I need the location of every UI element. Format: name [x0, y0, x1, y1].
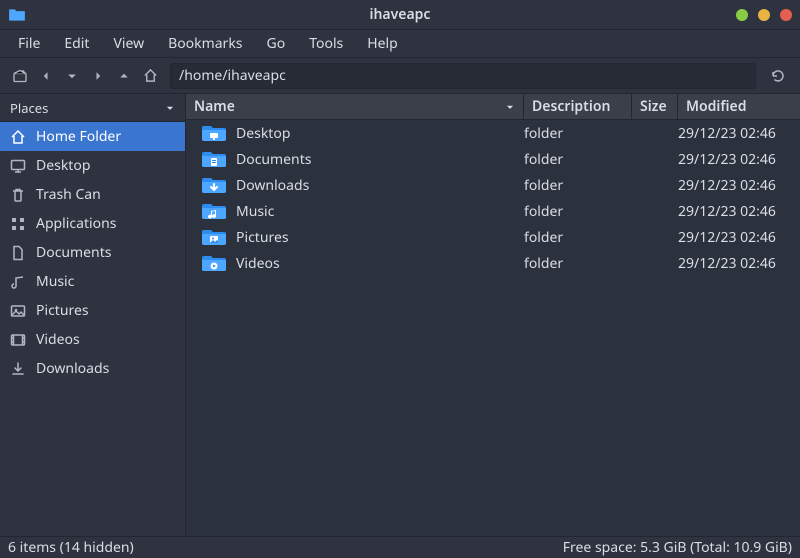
doc-icon [10, 245, 26, 261]
window-title: ihaveapc [0, 5, 800, 24]
sidebar-item-doc[interactable]: Documents [0, 238, 185, 267]
file-description: folder [516, 124, 624, 143]
nav-back-button[interactable] [34, 64, 58, 88]
nav-history-button[interactable] [60, 64, 84, 88]
nav-home-button[interactable] [138, 64, 162, 88]
file-name: Videos [236, 254, 280, 273]
music-icon [10, 274, 26, 290]
file-description: folder [516, 202, 624, 221]
folder-downloads-icon [202, 175, 226, 195]
nav-forward-button[interactable] [86, 64, 110, 88]
sidebar-item-home[interactable]: Home Folder [0, 122, 185, 151]
sidebar-item-label: Downloads [36, 359, 109, 378]
sidebar-item-label: Home Folder [36, 127, 121, 146]
menu-bookmarks[interactable]: Bookmarks [156, 30, 254, 57]
reload-button[interactable] [764, 63, 792, 89]
sidebar-item-desktop[interactable]: Desktop [0, 151, 185, 180]
sidebar-item-apps[interactable]: Applications [0, 209, 185, 238]
menu-view[interactable]: View [101, 30, 156, 57]
file-modified: 29/12/23 02:46 [670, 228, 792, 247]
places-header[interactable]: Places [0, 94, 185, 122]
column-headers: Name Description Size Modified [186, 94, 800, 120]
file-row[interactable]: Desktop folder 29/12/23 02:46 [186, 120, 800, 146]
path-text: /home/ihaveapc [179, 66, 286, 85]
chevron-down-icon [165, 103, 175, 113]
places-sidebar: Places Home Folder Desktop Trash Can Applic… [0, 94, 186, 536]
statusbar: 6 items (14 hidden) Free space: 5.3 GiB … [0, 536, 800, 558]
folder-doc-icon [202, 149, 226, 169]
sidebar-item-label: Trash Can [36, 185, 101, 204]
file-modified: 29/12/23 02:46 [670, 150, 792, 169]
menu-go[interactable]: Go [255, 30, 298, 57]
column-size[interactable]: Size [632, 94, 678, 119]
menubar: FileEditViewBookmarksGoToolsHelp [0, 30, 800, 58]
sidebar-item-label: Pictures [36, 301, 89, 320]
file-row[interactable]: Pictures folder 29/12/23 02:46 [186, 224, 800, 250]
file-modified: 29/12/23 02:46 [670, 176, 792, 195]
downloads-icon [10, 361, 26, 377]
app-icon [8, 6, 26, 24]
status-items: 6 items (14 hidden) [8, 538, 134, 557]
window-minimize[interactable] [736, 9, 748, 21]
sidebar-item-label: Applications [36, 214, 116, 233]
file-description: folder [516, 150, 624, 169]
menu-help[interactable]: Help [355, 30, 410, 57]
pictures-icon [10, 303, 26, 319]
sidebar-item-label: Documents [36, 243, 111, 262]
column-modified[interactable]: Modified [678, 94, 800, 119]
toolbar: /home/ihaveapc [0, 58, 800, 94]
sidebar-item-label: Videos [36, 330, 80, 349]
desktop-icon [10, 158, 26, 174]
sidebar-item-trash[interactable]: Trash Can [0, 180, 185, 209]
file-list[interactable]: Desktop folder 29/12/23 02:46 Documents fold… [186, 120, 800, 536]
menu-file[interactable]: File [6, 30, 52, 57]
file-name: Pictures [236, 228, 289, 247]
sidebar-item-videos[interactable]: Videos [0, 325, 185, 354]
trash-icon [10, 187, 26, 203]
folder-desktop-icon [202, 123, 226, 143]
file-description: folder [516, 176, 624, 195]
sidebar-item-label: Music [36, 272, 74, 291]
file-modified: 29/12/23 02:46 [670, 254, 792, 273]
menu-tools[interactable]: Tools [297, 30, 355, 57]
file-modified: 29/12/23 02:46 [670, 124, 792, 143]
file-name: Downloads [236, 176, 309, 195]
apps-icon [10, 216, 26, 232]
folder-videos-icon [202, 253, 226, 273]
file-description: folder [516, 254, 624, 273]
file-name: Desktop [236, 124, 290, 143]
window-close[interactable] [780, 9, 792, 21]
file-description: folder [516, 228, 624, 247]
folder-music-icon [202, 201, 226, 221]
window-maximize[interactable] [758, 9, 770, 21]
file-view: Name Description Size Modified Desktop fo… [186, 94, 800, 536]
folder-pictures-icon [202, 227, 226, 247]
file-manager-window: ihaveapc FileEditViewBookmarksGoToolsHel… [0, 0, 800, 558]
nav-up-button[interactable] [112, 64, 136, 88]
file-name: Documents [236, 150, 311, 169]
sidebar-item-label: Desktop [36, 156, 90, 175]
file-modified: 29/12/23 02:46 [670, 202, 792, 221]
home-icon [10, 129, 26, 145]
path-input[interactable]: /home/ihaveapc [170, 63, 756, 89]
new-tab-button[interactable] [8, 64, 32, 88]
column-name[interactable]: Name [186, 94, 524, 119]
status-freespace: Free space: 5.3 GiB (Total: 10.9 GiB) [563, 538, 792, 557]
titlebar[interactable]: ihaveapc [0, 0, 800, 30]
sidebar-item-pictures[interactable]: Pictures [0, 296, 185, 325]
videos-icon [10, 332, 26, 348]
menu-edit[interactable]: Edit [52, 30, 101, 57]
sidebar-item-music[interactable]: Music [0, 267, 185, 296]
sidebar-item-downloads[interactable]: Downloads [0, 354, 185, 383]
column-description[interactable]: Description [524, 94, 632, 119]
file-row[interactable]: Videos folder 29/12/23 02:46 [186, 250, 800, 276]
file-row[interactable]: Downloads folder 29/12/23 02:46 [186, 172, 800, 198]
places-label: Places [10, 99, 48, 117]
file-name: Music [236, 202, 274, 221]
file-row[interactable]: Music folder 29/12/23 02:46 [186, 198, 800, 224]
file-row[interactable]: Documents folder 29/12/23 02:46 [186, 146, 800, 172]
sort-indicator-icon [505, 102, 515, 112]
